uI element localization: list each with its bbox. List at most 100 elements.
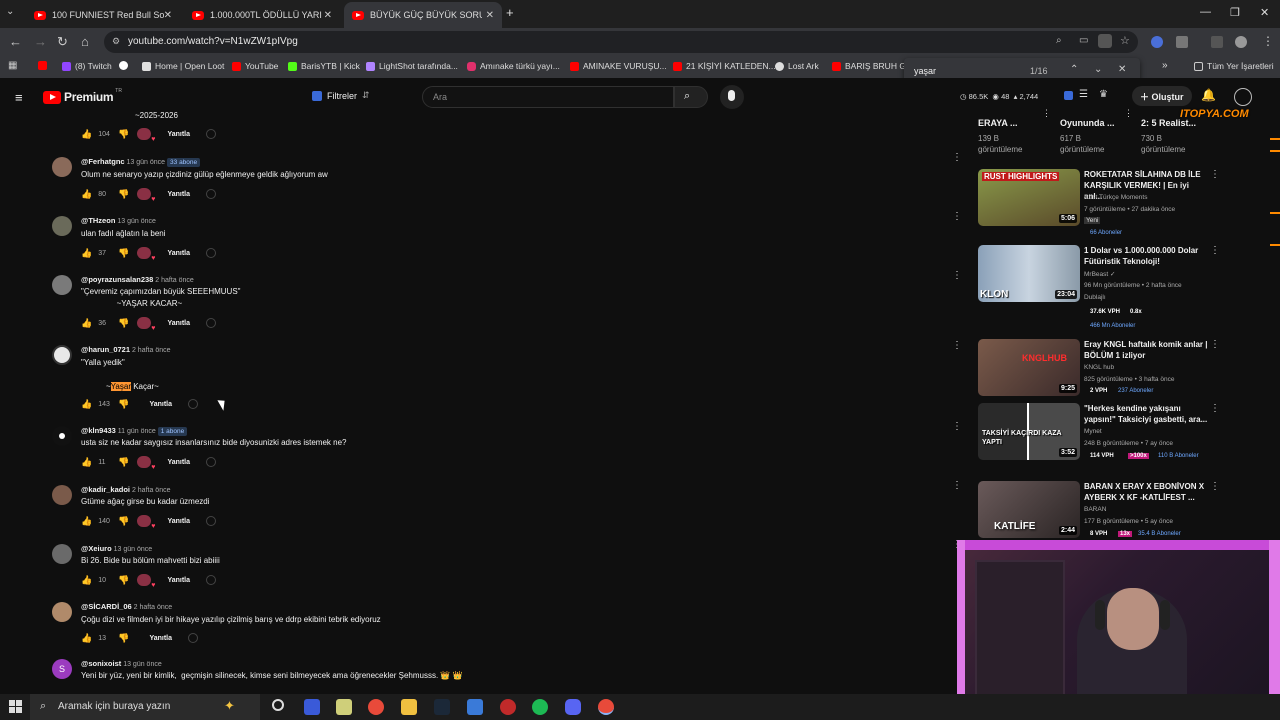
avatar[interactable] xyxy=(52,157,72,177)
bookmark-item[interactable]: BARIŞ BRUH GİTA xyxy=(832,61,906,71)
emoji-icon[interactable] xyxy=(206,318,217,328)
like-icon[interactable]: 👍 xyxy=(81,248,92,259)
bookmark-item[interactable]: Amınake türkü yayı... xyxy=(467,61,560,71)
video-title[interactable]: BARAN X ERAY X EBONİVON X AYBERK X KF -K… xyxy=(1084,481,1208,503)
avatar[interactable] xyxy=(52,216,72,236)
emoji-icon[interactable] xyxy=(188,633,199,643)
more-options-icon[interactable]: ⋮ xyxy=(952,211,962,222)
comment-author[interactable]: @sonixoist xyxy=(81,659,121,668)
list-icon[interactable]: ☰ xyxy=(1079,89,1088,100)
emoji-icon[interactable] xyxy=(206,516,217,526)
zoom-icon[interactable]: ⌕ xyxy=(1056,35,1062,46)
close-icon[interactable]: ✕ xyxy=(324,10,332,21)
video-thumbnail[interactable]: TAKSİYİ KAÇIRDI KAZA YAPTI 3:52 xyxy=(978,403,1080,460)
avatar[interactable] xyxy=(1234,88,1252,106)
comment-time[interactable]: 13 gün önce xyxy=(114,546,153,553)
bookmark-star-icon[interactable]: ☆ xyxy=(1120,34,1130,47)
bookmark-item[interactable]: LightShot tarafında... xyxy=(366,61,458,71)
chrome-icon[interactable] xyxy=(368,699,384,715)
find-prev-icon[interactable]: ⌃ xyxy=(1070,64,1078,75)
bookmark-item[interactable]: AMINAKE VURUŞU... xyxy=(570,61,667,71)
filter-button[interactable]: Filtreler ⇵ xyxy=(312,90,370,101)
channel-name[interactable]: BARAN xyxy=(1084,506,1106,513)
reader-icon[interactable] xyxy=(1098,34,1112,48)
comment-author[interactable]: @SİCARDİ_06 xyxy=(81,602,132,611)
bookmark-item[interactable]: Home | Open Loot xyxy=(142,61,224,71)
dislike-icon[interactable]: 👎 xyxy=(118,129,129,140)
steam-icon[interactable] xyxy=(434,699,450,715)
more-options-icon[interactable]: ⋮ xyxy=(1124,108,1133,119)
related-video[interactable]: KATLİFE 2:44 BARAN X ERAY X EBONİVON X A… xyxy=(978,481,1220,539)
home-icon[interactable]: ⌂ xyxy=(81,34,89,49)
notifications-bell-icon[interactable]: 🔔 xyxy=(1201,88,1216,102)
reload-icon[interactable]: ↻ xyxy=(57,34,68,50)
dislike-icon[interactable]: 👎 xyxy=(118,457,129,468)
all-bookmarks[interactable]: Tüm Yer İşaretleri xyxy=(1194,61,1274,71)
dislike-icon[interactable]: 👎 xyxy=(118,516,129,527)
more-options-icon[interactable]: ⋮ xyxy=(1042,108,1051,119)
app-icon[interactable] xyxy=(304,699,320,715)
windows-start-icon[interactable] xyxy=(9,700,22,713)
reply-button[interactable]: Yanıtla xyxy=(149,401,172,408)
youtube-logo[interactable]: Premium TR xyxy=(43,88,122,104)
menu-icon[interactable]: ⋮ xyxy=(1262,34,1274,48)
related-video[interactable]: RUST HIGHLIGHTS 5:06 ROKETATAR SİLAHINA … xyxy=(978,169,1220,236)
comment-time[interactable]: 2 hafta önce xyxy=(132,487,171,494)
trophy-icon[interactable]: ♛ xyxy=(1099,89,1108,100)
video-title[interactable]: "Herkes kendine yakışanı yapsın!" Taksic… xyxy=(1084,403,1208,425)
close-icon[interactable]: ✕ xyxy=(486,10,494,21)
new-tab-button[interactable]: + xyxy=(506,5,514,20)
channel-name[interactable]: MrBeast ✓ xyxy=(1084,270,1115,278)
comment-author[interactable]: @kadir_kadoi xyxy=(81,485,130,494)
channel-name[interactable]: Mynet xyxy=(1084,428,1102,435)
avatar[interactable] xyxy=(52,544,72,564)
dislike-icon[interactable]: 👎 xyxy=(118,248,129,259)
cortana-icon[interactable] xyxy=(272,699,284,711)
dislike-icon[interactable]: 👎 xyxy=(118,399,129,410)
app-icon[interactable] xyxy=(467,699,483,715)
video-thumbnail[interactable]: KATLİFE 2:44 xyxy=(978,481,1080,538)
comment-author[interactable]: @poyrazunsalan238 xyxy=(81,275,153,284)
more-bookmarks-icon[interactable]: » xyxy=(1162,60,1168,71)
chrome-icon[interactable] xyxy=(598,699,614,715)
related-video[interactable]: KLON 23:04 1 Dolar vs 1.000.000.000 Dola… xyxy=(978,245,1220,329)
reply-button[interactable]: Yanıtla xyxy=(167,518,190,525)
extensions-puzzle-icon[interactable] xyxy=(1176,36,1188,48)
avatar[interactable] xyxy=(52,275,72,295)
video-title[interactable]: 1 Dolar vs 1.000.000.000 Dolar Fütüristi… xyxy=(1084,245,1208,267)
forward-icon[interactable]: → xyxy=(34,34,47,49)
close-icon[interactable]: ✕ xyxy=(164,10,172,21)
avatar[interactable]: S xyxy=(52,659,72,679)
comment-author[interactable]: @Ferhatgnc xyxy=(81,157,125,166)
like-icon[interactable]: 👍 xyxy=(81,457,92,468)
bookmark-item[interactable] xyxy=(38,61,51,70)
comment-time[interactable]: 13 gün önce xyxy=(123,661,162,668)
comment-time[interactable]: 11 gün önce xyxy=(118,428,156,435)
avatar[interactable] xyxy=(52,345,72,365)
bookmark-item[interactable]: YouTube xyxy=(232,61,278,71)
bookmark-item[interactable]: BarisYTB | Kick xyxy=(288,61,360,71)
more-options-icon[interactable]: ⋮ xyxy=(952,270,962,281)
back-icon[interactable]: ← xyxy=(9,34,22,49)
dislike-icon[interactable]: 👎 xyxy=(118,633,129,644)
comment-author[interactable]: @kln9433 xyxy=(81,426,116,435)
comment-time[interactable]: 13 gün önce xyxy=(127,159,166,166)
emoji-icon[interactable] xyxy=(206,248,217,258)
browser-tab-1[interactable]: 100 FUNNIEST Red Bull Soapbo ✕ xyxy=(26,2,180,28)
emoji-icon[interactable] xyxy=(206,457,217,467)
restore-icon[interactable]: ❐ xyxy=(1230,6,1240,19)
related-video[interactable]: TAKSİYİ KAÇIRDI KAZA YAPTI 3:52 "Herkes … xyxy=(978,403,1220,461)
more-options-icon[interactable]: ⋮ xyxy=(1210,339,1220,350)
emoji-icon[interactable] xyxy=(206,129,217,139)
tab-search-icon[interactable]: ⌄ xyxy=(6,6,14,17)
related-video[interactable]: KNGLHUB 9:25 Eray KNGL haftalık komik an… xyxy=(978,339,1220,397)
like-icon[interactable]: 👍 xyxy=(81,189,92,200)
folder-icon[interactable] xyxy=(401,699,417,715)
calculator-icon[interactable] xyxy=(336,699,352,715)
video-title[interactable]: Oyununda ... xyxy=(1060,118,1115,128)
like-icon[interactable]: 👍 xyxy=(81,318,92,329)
avatar[interactable] xyxy=(52,426,72,446)
video-title[interactable]: ERAYA ... xyxy=(978,118,1018,128)
like-icon[interactable]: 👍 xyxy=(81,129,92,140)
dislike-icon[interactable]: 👎 xyxy=(118,575,129,586)
